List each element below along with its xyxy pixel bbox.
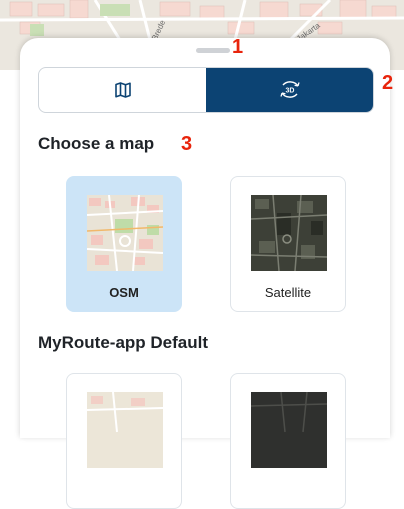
myroute-default-title: MyRoute-app Default bbox=[38, 333, 208, 352]
annotation-3: 3 bbox=[181, 133, 193, 155]
map-option-satellite[interactable]: Satellite bbox=[230, 176, 346, 312]
map-option-osm[interactable]: OSM bbox=[66, 176, 182, 312]
2d-map-view-button[interactable] bbox=[39, 68, 206, 112]
choose-map-title: Choose a map bbox=[38, 134, 155, 153]
dark-thumbnail bbox=[251, 392, 327, 468]
myroute-option-dark[interactable] bbox=[230, 373, 346, 509]
light-thumbnail bbox=[87, 392, 163, 468]
annotation-1: 1 bbox=[232, 36, 244, 58]
3d-rotate-icon: 3D bbox=[279, 81, 300, 98]
map-option-label: Satellite bbox=[264, 285, 312, 300]
view-mode-toggle: 3D bbox=[38, 67, 374, 113]
3d-icon-text: 3D bbox=[285, 88, 294, 95]
myroute-option-light[interactable] bbox=[66, 373, 182, 509]
drag-handle[interactable] bbox=[196, 48, 230, 53]
annotation-2: 2 bbox=[382, 72, 394, 94]
map-icon bbox=[114, 82, 131, 98]
map-option-label: OSM bbox=[109, 285, 139, 300]
satellite-thumbnail bbox=[251, 195, 327, 271]
osm-thumbnail bbox=[87, 195, 163, 271]
3d-view-button[interactable]: 3D bbox=[206, 68, 373, 112]
